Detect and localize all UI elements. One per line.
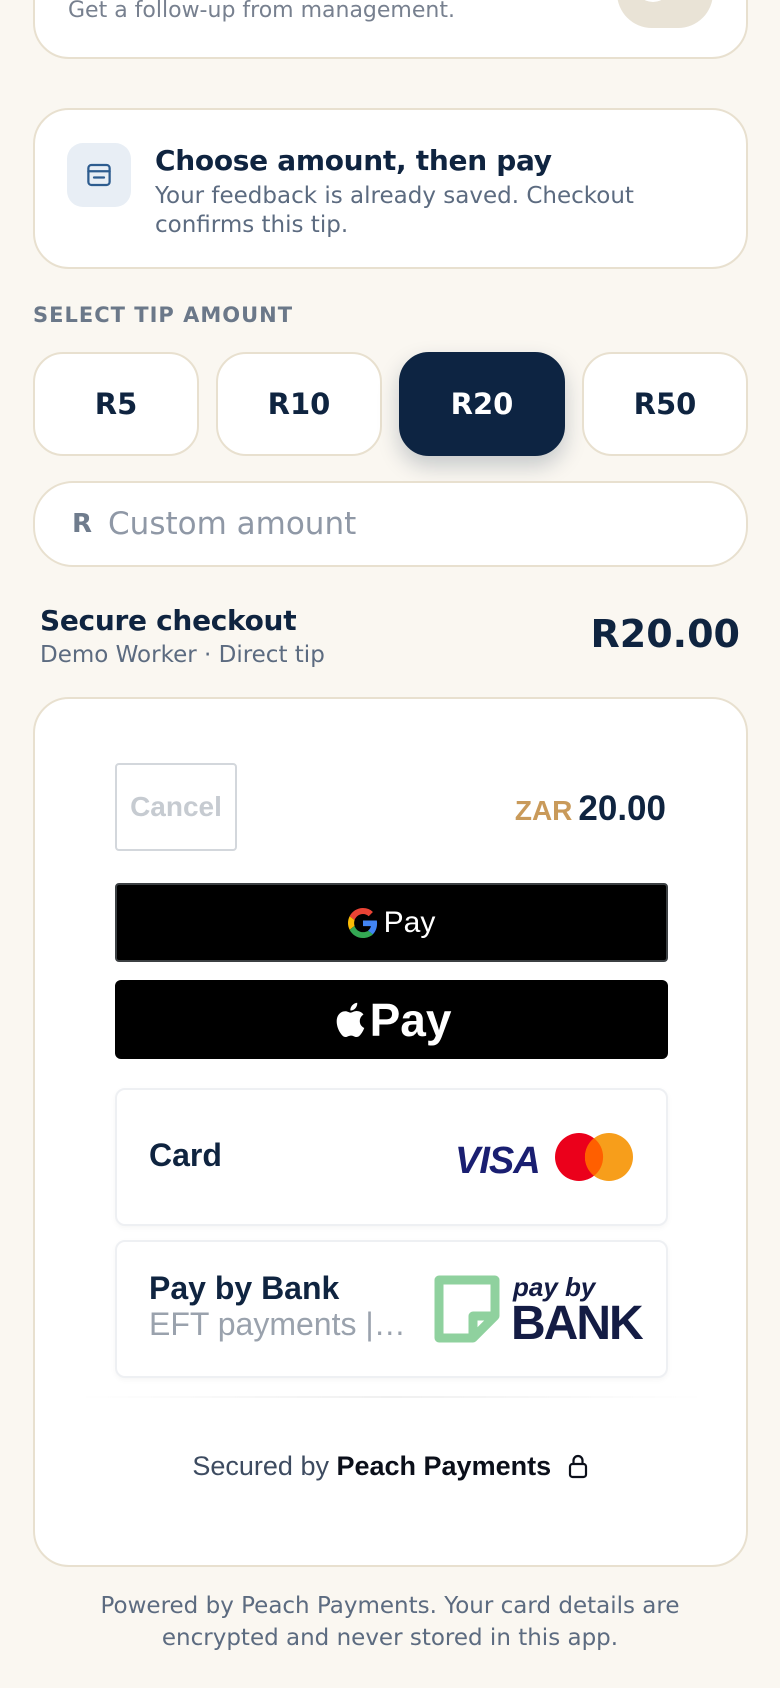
checkout-total: R20.00	[590, 612, 740, 656]
google-pay-button[interactable]: Pay	[115, 883, 668, 962]
checkout-title: Secure checkout	[40, 604, 297, 637]
tip-option-r10[interactable]: R10	[216, 352, 382, 456]
card-payment-option[interactable]: Card VISA	[115, 1088, 668, 1226]
secured-by-brand: Peach Payments	[336, 1451, 552, 1481]
tip-option-r5[interactable]: R5	[33, 352, 199, 456]
pay-by-bank-label: Pay by Bank	[149, 1270, 340, 1306]
followup-text: Get a follow-up from management.	[68, 0, 455, 23]
mastercard-icon	[555, 1133, 633, 1181]
tip-option-r50[interactable]: R50	[582, 352, 748, 456]
info-card: Choose amount, then pay Your feedback is…	[33, 108, 748, 269]
amount-value: 20.00	[578, 789, 666, 828]
select-tip-heading: SELECT TIP AMOUNT	[33, 303, 294, 327]
secured-by-line: Secured by Peach Payments	[35, 1451, 746, 1482]
payment-widget: Cancel ZAR 20.00 Pay Pay Card VISA Pay by…	[33, 697, 748, 1567]
pay-by-bank-logo-big: BANK	[511, 1297, 644, 1350]
google-pay-label: Pay	[383, 905, 436, 939]
card-label: Card	[149, 1137, 222, 1173]
apple-pay-button[interactable]: Pay	[115, 980, 668, 1059]
cancel-button[interactable]: Cancel	[115, 763, 237, 851]
checkout-icon	[67, 143, 131, 207]
payment-amount: ZAR 20.00	[515, 789, 666, 829]
apple-logo-icon	[336, 1002, 364, 1037]
info-description: Your feedback is already saved. Checkout…	[155, 183, 634, 238]
custom-amount-field[interactable]: R	[33, 481, 748, 567]
custom-amount-input[interactable]	[108, 506, 669, 542]
secured-by-text: Secured by	[192, 1451, 329, 1481]
visa-logo: VISA	[455, 1140, 541, 1182]
followup-card: Get a follow-up from management.	[33, 0, 748, 59]
lock-icon	[568, 1454, 587, 1479]
pay-by-bank-option[interactable]: Pay by Bank EFT payments | … pay by BANK	[115, 1240, 668, 1378]
currency-prefix: R	[72, 509, 93, 539]
divider	[75, 1396, 708, 1398]
google-g-icon	[347, 907, 377, 938]
info-title: Choose amount, then pay	[155, 144, 552, 177]
checkout-subtitle: Demo Worker · Direct tip	[40, 642, 325, 668]
followup-toggle[interactable]	[617, 0, 713, 28]
currency-code: ZAR	[514, 795, 573, 826]
pay-by-bank-icon	[434, 1275, 500, 1343]
footer-note: Powered by Peach Payments. Your card det…	[100, 1593, 680, 1651]
eft-payments-label: EFT payments | …	[149, 1306, 411, 1342]
tip-option-r20[interactable]: R20	[399, 352, 565, 456]
apple-pay-label: Pay	[369, 993, 452, 1046]
